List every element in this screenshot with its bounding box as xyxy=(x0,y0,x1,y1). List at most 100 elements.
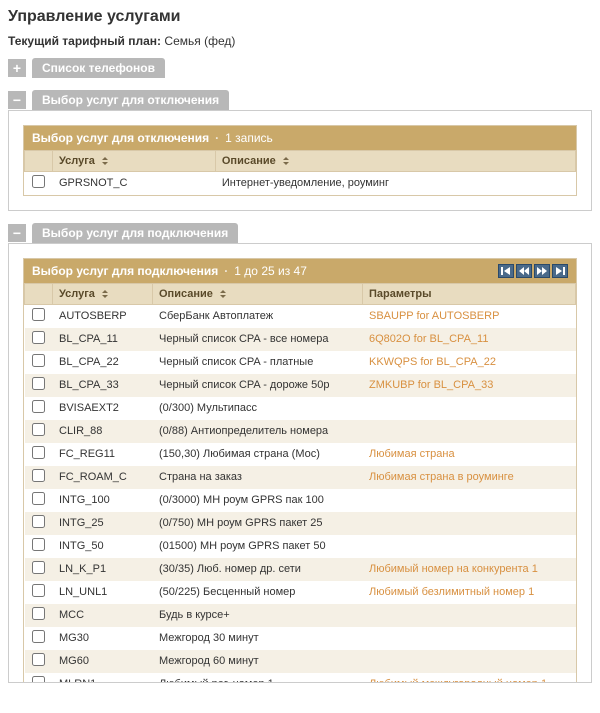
col-service[interactable]: Услуга xyxy=(53,151,216,172)
col-checkbox xyxy=(25,284,53,305)
cell-service: MLRN1 xyxy=(53,673,153,684)
cell-service: MG60 xyxy=(53,650,153,673)
cell-service: MG30 xyxy=(53,627,153,650)
table-row[interactable]: INTG_100(0/3000) МН роум GPRS пак 100 xyxy=(25,489,576,512)
param-link[interactable]: Любимая страна в роуминге xyxy=(369,471,514,483)
plan-value: Семья (фед) xyxy=(164,34,235,48)
pager-first-icon[interactable] xyxy=(498,264,514,278)
row-checkbox[interactable] xyxy=(32,515,45,528)
cell-desc: (30/35) Люб. номер др. сети xyxy=(153,558,363,581)
col-params[interactable]: Параметры xyxy=(363,284,576,305)
row-checkbox[interactable] xyxy=(32,400,45,413)
expand-icon[interactable]: + xyxy=(8,59,26,77)
cell-service: LN_UNL1 xyxy=(53,581,153,604)
cell-params xyxy=(363,397,576,420)
disable-panel-header: Выбор услуг для отключения · 1 запись xyxy=(24,126,576,150)
param-link[interactable]: KKWQPS for BL_CPA_22 xyxy=(369,356,496,368)
sort-icon[interactable] xyxy=(100,289,110,299)
section-enable-title[interactable]: Выбор услуг для подключения xyxy=(32,223,238,243)
cell-params: KKWQPS for BL_CPA_22 xyxy=(363,351,576,374)
current-plan: Текущий тарифный план: Семья (фед) xyxy=(8,34,592,48)
table-row[interactable]: LN_UNL1(50/225) Бесценный номер Любимый б… xyxy=(25,581,576,604)
param-link[interactable]: ZMKUBP for BL_CPA_33 xyxy=(369,379,493,391)
table-row[interactable]: CLIR_88(0/88) Антиопределитель номера xyxy=(25,420,576,443)
cell-desc: Черный список CPA - дороже 50р xyxy=(153,374,363,397)
pager-last-icon[interactable] xyxy=(552,264,568,278)
cell-desc: (0/88) Антиопределитель номера xyxy=(153,420,363,443)
cell-service: INTG_100 xyxy=(53,489,153,512)
collapse-icon[interactable]: − xyxy=(8,91,26,109)
section-disable-title[interactable]: Выбор услуг для отключения xyxy=(32,90,229,110)
section-phones-title[interactable]: Список телефонов xyxy=(32,58,165,78)
cell-desc: Черный список CPA - платные xyxy=(153,351,363,374)
enable-panel: Выбор услуг для подключения · 1 до 25 из… xyxy=(23,258,577,683)
cell-params: Любимый номер на конкурента 1 xyxy=(363,558,576,581)
row-checkbox[interactable] xyxy=(32,354,45,367)
table-row[interactable]: GPRSNOT_CИнтернет-уведомление, роуминг xyxy=(25,172,576,195)
row-checkbox[interactable] xyxy=(32,175,45,188)
row-checkbox[interactable] xyxy=(32,469,45,482)
row-checkbox[interactable] xyxy=(32,492,45,505)
row-checkbox[interactable] xyxy=(32,653,45,666)
param-link[interactable]: SBAUPP for AUTOSBERP xyxy=(369,310,499,322)
param-link[interactable]: Любимый номер на конкурента 1 xyxy=(369,563,538,575)
cell-desc: Любимый рег. номер 1 xyxy=(153,673,363,684)
table-row[interactable]: MG30Межгород 30 минут xyxy=(25,627,576,650)
table-row[interactable]: BVISAEXT2(0/300) Мультипасс xyxy=(25,397,576,420)
cell-service: FC_ROAM_C xyxy=(53,466,153,489)
enable-panel-title: Выбор услуг для подключения xyxy=(32,264,218,278)
row-checkbox[interactable] xyxy=(32,561,45,574)
enable-grid: Услуга Описание Параметры AUTOSBERPСберБ… xyxy=(24,283,576,683)
table-row[interactable]: INTG_50(01500) МН роум GPRS пакет 50 xyxy=(25,535,576,558)
table-row[interactable]: LN_K_P1(30/35) Люб. номер др. сетиЛюбимы… xyxy=(25,558,576,581)
row-checkbox[interactable] xyxy=(32,538,45,551)
param-link[interactable]: 6Q802O for BL_CPA_11 xyxy=(369,333,488,345)
cell-service: BL_CPA_33 xyxy=(53,374,153,397)
cell-service: INTG_50 xyxy=(53,535,153,558)
row-checkbox[interactable] xyxy=(32,308,45,321)
row-checkbox[interactable] xyxy=(32,423,45,436)
cell-desc: (50/225) Бесценный номер xyxy=(153,581,363,604)
cell-params: Любимый безлимитный номер 1 xyxy=(363,581,576,604)
cell-service: BL_CPA_22 xyxy=(53,351,153,374)
pager-prev-icon[interactable] xyxy=(516,264,532,278)
param-link[interactable]: Любимый безлимитный номер 1 xyxy=(369,586,534,598)
cell-desc: Страна на заказ xyxy=(153,466,363,489)
cell-desc: Интернет-уведомление, роуминг xyxy=(215,172,575,195)
sort-icon[interactable] xyxy=(281,156,291,166)
param-link[interactable]: Любимый междугородный номер 1 xyxy=(369,678,547,683)
table-row[interactable]: AUTOSBERPСберБанк АвтоплатежSBAUPP for A… xyxy=(25,305,576,328)
table-row[interactable]: BL_CPA_33Черный список CPA - дороже 50р Z… xyxy=(25,374,576,397)
row-checkbox[interactable] xyxy=(32,607,45,620)
collapse-icon[interactable]: − xyxy=(8,224,26,242)
row-checkbox[interactable] xyxy=(32,630,45,643)
page-title: Управление услугами xyxy=(8,8,592,26)
row-checkbox[interactable] xyxy=(32,584,45,597)
cell-desc: Будь в курсе+ xyxy=(153,604,363,627)
param-link[interactable]: Любимая страна xyxy=(369,448,455,460)
cell-service: CLIR_88 xyxy=(53,420,153,443)
row-checkbox[interactable] xyxy=(32,331,45,344)
table-row[interactable]: MCCБудь в курсе+ xyxy=(25,604,576,627)
table-row[interactable]: BL_CPA_11Черный список CPA - все номера6… xyxy=(25,328,576,351)
row-checkbox[interactable] xyxy=(32,676,45,683)
section-phones: + Список телефонов xyxy=(8,58,592,78)
col-desc[interactable]: Описание xyxy=(153,284,363,305)
table-row[interactable]: MLRN1Любимый рег. номер 1 Любимый междуго… xyxy=(25,673,576,684)
cell-desc: СберБанк Автоплатеж xyxy=(153,305,363,328)
cell-params: Любимая страна xyxy=(363,443,576,466)
sort-icon[interactable] xyxy=(218,289,228,299)
cell-params xyxy=(363,627,576,650)
row-checkbox[interactable] xyxy=(32,446,45,459)
enable-record-count: 1 до 25 из 47 xyxy=(234,264,307,278)
col-desc[interactable]: Описание xyxy=(215,151,575,172)
table-row[interactable]: INTG_25(0/750) МН роум GPRS пакет 25 xyxy=(25,512,576,535)
table-row[interactable]: BL_CPA_22Черный список CPA - платные KKWQ… xyxy=(25,351,576,374)
sort-icon[interactable] xyxy=(100,156,110,166)
row-checkbox[interactable] xyxy=(32,377,45,390)
table-row[interactable]: FC_ROAM_CСтрана на заказ Любимая страна в… xyxy=(25,466,576,489)
col-service[interactable]: Услуга xyxy=(53,284,153,305)
pager-next-icon[interactable] xyxy=(534,264,550,278)
table-row[interactable]: MG60Межгород 60 минут xyxy=(25,650,576,673)
table-row[interactable]: FC_REG11(150,30) Любимая страна (Мос)Люб… xyxy=(25,443,576,466)
